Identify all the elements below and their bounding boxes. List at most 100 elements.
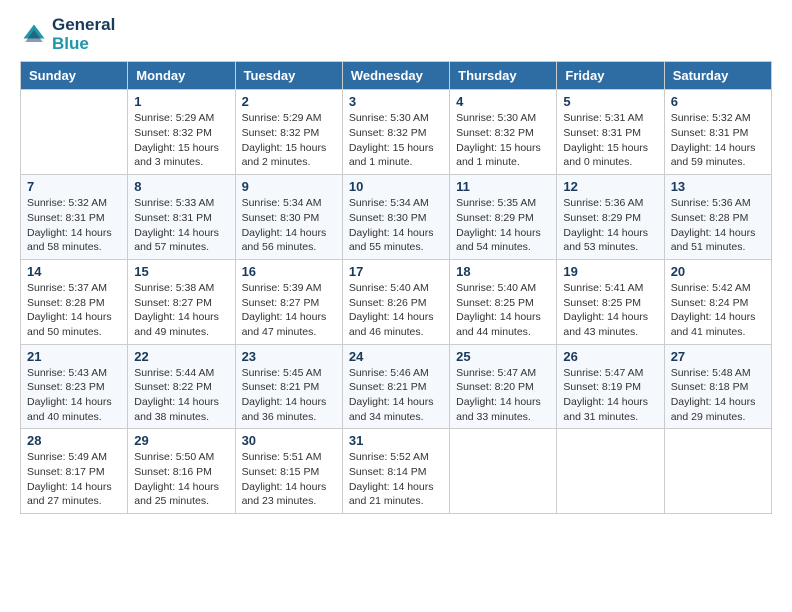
calendar-week-4: 21 Sunrise: 5:43 AM Sunset: 8:23 PM Dayli… [21,344,772,429]
calendar-cell: 18 Sunrise: 5:40 AM Sunset: 8:25 PM Dayli… [450,259,557,344]
day-info: Sunrise: 5:31 AM Sunset: 8:31 PM Dayligh… [563,111,657,170]
calendar-cell: 25 Sunrise: 5:47 AM Sunset: 8:20 PM Dayli… [450,344,557,429]
calendar-cell: 29 Sunrise: 5:50 AM Sunset: 8:16 PM Dayli… [128,429,235,514]
day-number: 26 [563,349,657,364]
column-header-monday: Monday [128,62,235,90]
day-number: 3 [349,94,443,109]
calendar-table: SundayMondayTuesdayWednesdayThursdayFrid… [20,61,772,514]
day-info: Sunrise: 5:32 AM Sunset: 8:31 PM Dayligh… [27,196,121,255]
day-info: Sunrise: 5:32 AM Sunset: 8:31 PM Dayligh… [671,111,765,170]
column-header-friday: Friday [557,62,664,90]
calendar-cell: 19 Sunrise: 5:41 AM Sunset: 8:25 PM Dayli… [557,259,664,344]
column-header-sunday: Sunday [21,62,128,90]
day-number: 6 [671,94,765,109]
calendar-week-1: 1 Sunrise: 5:29 AM Sunset: 8:32 PM Daylig… [21,90,772,175]
day-number: 21 [27,349,121,364]
calendar-cell: 12Sunrise: 5:36 AM Sunset: 8:29 PM Dayli… [557,175,664,260]
calendar-week-5: 28 Sunrise: 5:49 AM Sunset: 8:17 PM Dayli… [21,429,772,514]
calendar-cell: 3 Sunrise: 5:30 AM Sunset: 8:32 PM Daylig… [342,90,449,175]
day-number: 1 [134,94,228,109]
day-info: Sunrise: 5:34 AM Sunset: 8:30 PM Dayligh… [349,196,443,255]
day-info: Sunrise: 5:34 AM Sunset: 8:30 PM Dayligh… [242,196,336,255]
calendar-cell [450,429,557,514]
day-info: Sunrise: 5:42 AM Sunset: 8:24 PM Dayligh… [671,281,765,340]
day-number: 30 [242,433,336,448]
day-info: Sunrise: 5:40 AM Sunset: 8:25 PM Dayligh… [456,281,550,340]
day-number: 28 [27,433,121,448]
day-number: 23 [242,349,336,364]
day-number: 18 [456,264,550,279]
day-number: 13 [671,179,765,194]
day-number: 19 [563,264,657,279]
calendar-cell: 24Sunrise: 5:46 AM Sunset: 8:21 PM Dayli… [342,344,449,429]
calendar-cell [664,429,771,514]
column-header-saturday: Saturday [664,62,771,90]
day-number: 12 [563,179,657,194]
day-number: 5 [563,94,657,109]
day-info: Sunrise: 5:47 AM Sunset: 8:20 PM Dayligh… [456,366,550,425]
calendar-cell: 17 Sunrise: 5:40 AM Sunset: 8:26 PM Dayli… [342,259,449,344]
calendar-week-2: 7 Sunrise: 5:32 AM Sunset: 8:31 PM Daylig… [21,175,772,260]
calendar-cell: 14 Sunrise: 5:37 AM Sunset: 8:28 PM Dayli… [21,259,128,344]
calendar-cell: 9 Sunrise: 5:34 AM Sunset: 8:30 PM Daylig… [235,175,342,260]
column-header-tuesday: Tuesday [235,62,342,90]
calendar-cell: 7 Sunrise: 5:32 AM Sunset: 8:31 PM Daylig… [21,175,128,260]
day-info: Sunrise: 5:30 AM Sunset: 8:32 PM Dayligh… [349,111,443,170]
day-number: 31 [349,433,443,448]
calendar-week-3: 14 Sunrise: 5:37 AM Sunset: 8:28 PM Dayli… [21,259,772,344]
day-number: 25 [456,349,550,364]
day-info: Sunrise: 5:45 AM Sunset: 8:21 PM Dayligh… [242,366,336,425]
day-number: 9 [242,179,336,194]
day-number: 4 [456,94,550,109]
day-info: Sunrise: 5:39 AM Sunset: 8:27 PM Dayligh… [242,281,336,340]
calendar-cell: 1 Sunrise: 5:29 AM Sunset: 8:32 PM Daylig… [128,90,235,175]
calendar-cell: 28 Sunrise: 5:49 AM Sunset: 8:17 PM Dayli… [21,429,128,514]
day-info: Sunrise: 5:29 AM Sunset: 8:32 PM Dayligh… [134,111,228,170]
day-info: Sunrise: 5:35 AM Sunset: 8:29 PM Dayligh… [456,196,550,255]
calendar-cell: 16 Sunrise: 5:39 AM Sunset: 8:27 PM Dayli… [235,259,342,344]
day-number: 20 [671,264,765,279]
calendar-cell: 23 Sunrise: 5:45 AM Sunset: 8:21 PM Dayli… [235,344,342,429]
day-info: Sunrise: 5:44 AM Sunset: 8:22 PM Dayligh… [134,366,228,425]
day-info: Sunrise: 5:50 AM Sunset: 8:16 PM Dayligh… [134,450,228,509]
day-info: Sunrise: 5:41 AM Sunset: 8:25 PM Dayligh… [563,281,657,340]
calendar-cell: 27 Sunrise: 5:48 AM Sunset: 8:18 PM Dayli… [664,344,771,429]
day-number: 24 [349,349,443,364]
day-info: Sunrise: 5:37 AM Sunset: 8:28 PM Dayligh… [27,281,121,340]
calendar-cell [557,429,664,514]
day-number: 14 [27,264,121,279]
day-info: Sunrise: 5:48 AM Sunset: 8:18 PM Dayligh… [671,366,765,425]
calendar-cell: 31 Sunrise: 5:52 AM Sunset: 8:14 PM Dayli… [342,429,449,514]
day-info: Sunrise: 5:43 AM Sunset: 8:23 PM Dayligh… [27,366,121,425]
day-info: Sunrise: 5:30 AM Sunset: 8:32 PM Dayligh… [456,111,550,170]
day-info: Sunrise: 5:49 AM Sunset: 8:17 PM Dayligh… [27,450,121,509]
day-number: 29 [134,433,228,448]
day-number: 27 [671,349,765,364]
calendar-cell: 21 Sunrise: 5:43 AM Sunset: 8:23 PM Dayli… [21,344,128,429]
day-number: 16 [242,264,336,279]
column-header-thursday: Thursday [450,62,557,90]
calendar-cell: 11Sunrise: 5:35 AM Sunset: 8:29 PM Dayli… [450,175,557,260]
day-info: Sunrise: 5:38 AM Sunset: 8:27 PM Dayligh… [134,281,228,340]
day-number: 10 [349,179,443,194]
day-info: Sunrise: 5:36 AM Sunset: 8:28 PM Dayligh… [671,196,765,255]
calendar-cell: 6 Sunrise: 5:32 AM Sunset: 8:31 PM Daylig… [664,90,771,175]
day-number: 7 [27,179,121,194]
calendar-cell: 22 Sunrise: 5:44 AM Sunset: 8:22 PM Dayli… [128,344,235,429]
day-number: 17 [349,264,443,279]
day-info: Sunrise: 5:47 AM Sunset: 8:19 PM Dayligh… [563,366,657,425]
calendar-cell: 26 Sunrise: 5:47 AM Sunset: 8:19 PM Dayli… [557,344,664,429]
calendar-cell: 20 Sunrise: 5:42 AM Sunset: 8:24 PM Dayli… [664,259,771,344]
calendar-cell: 5 Sunrise: 5:31 AM Sunset: 8:31 PM Daylig… [557,90,664,175]
day-info: Sunrise: 5:52 AM Sunset: 8:14 PM Dayligh… [349,450,443,509]
page-header: General Blue [20,16,772,53]
day-number: 22 [134,349,228,364]
day-info: Sunrise: 5:40 AM Sunset: 8:26 PM Dayligh… [349,281,443,340]
calendar-cell: 30Sunrise: 5:51 AM Sunset: 8:15 PM Dayli… [235,429,342,514]
logo-text-line1: General [52,16,115,35]
day-info: Sunrise: 5:33 AM Sunset: 8:31 PM Dayligh… [134,196,228,255]
day-info: Sunrise: 5:29 AM Sunset: 8:32 PM Dayligh… [242,111,336,170]
calendar-cell: 2 Sunrise: 5:29 AM Sunset: 8:32 PM Daylig… [235,90,342,175]
day-number: 2 [242,94,336,109]
logo: General Blue [20,16,115,53]
